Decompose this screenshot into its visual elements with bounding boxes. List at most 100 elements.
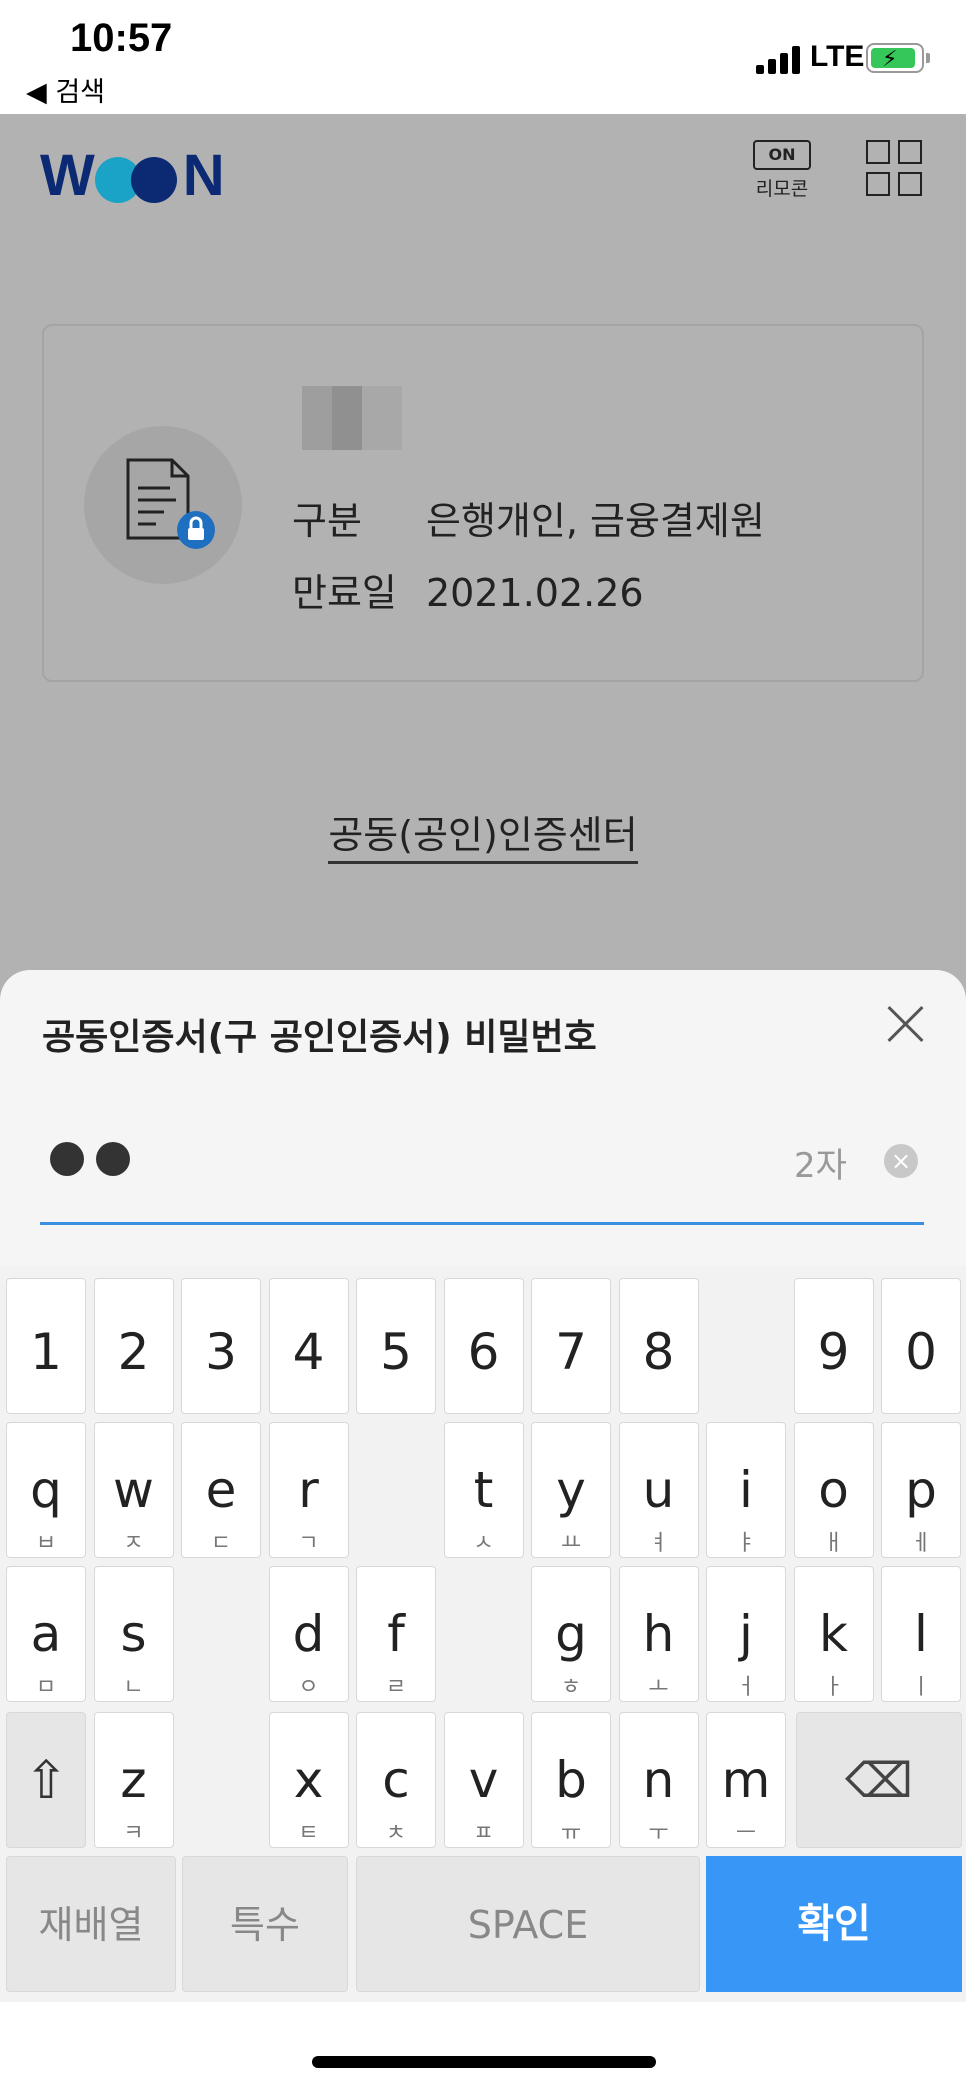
key-f[interactable]: fㄹ bbox=[356, 1566, 436, 1702]
key-sub-label: ㅕ bbox=[648, 1531, 669, 1556]
key-y[interactable]: yㅛ bbox=[531, 1422, 611, 1558]
key-main-label: m bbox=[721, 1751, 771, 1809]
key-n[interactable]: nㅜ bbox=[618, 1712, 699, 1848]
key-v[interactable]: vㅍ bbox=[443, 1712, 524, 1848]
space-key[interactable]: SPACE bbox=[356, 1856, 700, 1992]
key-u[interactable]: uㅕ bbox=[618, 1422, 699, 1558]
key-main-label: f bbox=[387, 1605, 405, 1663]
key-d[interactable]: dㅇ bbox=[268, 1566, 349, 1702]
key-main-label: l bbox=[914, 1605, 928, 1663]
key-g[interactable]: gㅎ bbox=[531, 1566, 611, 1702]
key-4[interactable]: 4 bbox=[268, 1278, 349, 1414]
key-sub-label: ㅌ bbox=[298, 1821, 319, 1846]
key-main-label: 9 bbox=[817, 1323, 850, 1381]
expiry-label: 만료일 bbox=[292, 571, 397, 615]
key-3[interactable]: 3 bbox=[181, 1278, 261, 1414]
password-sheet: 공동인증서(구 공인인증서) 비밀번호 2자 × bbox=[0, 970, 966, 1270]
key-main-label: 8 bbox=[642, 1323, 675, 1381]
key-6[interactable]: 6 bbox=[443, 1278, 524, 1414]
category-value: 은행개인, 금융결제원 bbox=[426, 499, 765, 543]
key-sub-label: ㄱ bbox=[298, 1531, 319, 1556]
key-sub-label: ㅎ bbox=[560, 1675, 582, 1700]
key-k[interactable]: kㅏ bbox=[793, 1566, 874, 1702]
key-main-label: g bbox=[555, 1605, 587, 1663]
key-main-label: n bbox=[642, 1751, 675, 1809]
key-sub-label: ㅋ bbox=[123, 1821, 144, 1846]
category-label: 구분 bbox=[292, 499, 362, 543]
clear-input-icon[interactable]: × bbox=[884, 1144, 918, 1178]
close-icon[interactable] bbox=[882, 1000, 930, 1048]
key-s[interactable]: sㄴ bbox=[93, 1566, 174, 1702]
key-j[interactable]: jㅓ bbox=[706, 1566, 786, 1702]
certificate-card[interactable]: 구분 은행개인, 금융결제원 만료일 2021.02.26 bbox=[42, 324, 924, 682]
shift-key[interactable]: ⇧ bbox=[6, 1712, 86, 1848]
key-c[interactable]: cㅊ bbox=[356, 1712, 436, 1848]
key-sub-label: ㅁ bbox=[35, 1675, 57, 1700]
woon-logo: WN bbox=[40, 143, 225, 208]
key-8[interactable]: 8 bbox=[618, 1278, 699, 1414]
key-t[interactable]: tㅅ bbox=[443, 1422, 524, 1558]
key-z[interactable]: zㅋ bbox=[93, 1712, 174, 1848]
certificate-category-row: 구분 은행개인, 금융결제원 bbox=[292, 490, 765, 545]
key-m[interactable]: mㅡ bbox=[706, 1712, 786, 1848]
key-sub-label: ㅇ bbox=[298, 1675, 319, 1700]
key-main-label: x bbox=[293, 1751, 324, 1809]
remote-switch-icon: ON bbox=[753, 140, 811, 170]
confirm-button[interactable]: 확인 bbox=[706, 1856, 962, 1992]
key-o[interactable]: oㅐ bbox=[793, 1422, 874, 1558]
key-main-label: j bbox=[739, 1605, 753, 1663]
sheet-title: 공동인증서(구 공인인증서) 비밀번호 bbox=[42, 1017, 597, 1058]
key-main-label: t bbox=[473, 1461, 494, 1519]
key-sub-label: ㅑ bbox=[735, 1531, 757, 1556]
key-2[interactable]: 2 bbox=[93, 1278, 174, 1414]
menu-grid-icon[interactable] bbox=[866, 140, 926, 200]
key-sub-label: ㅡ bbox=[735, 1821, 757, 1846]
rearrange-key[interactable]: 재배열 bbox=[6, 1856, 176, 1992]
key-b[interactable]: bㅠ bbox=[531, 1712, 611, 1848]
key-sub-label: ㄷ bbox=[210, 1531, 232, 1556]
key-sub-label: ㅣ bbox=[910, 1675, 932, 1700]
password-dots[interactable] bbox=[50, 1142, 142, 1180]
cert-center-link[interactable]: 공동(공인)인증센터 bbox=[328, 813, 638, 864]
key-i[interactable]: iㅑ bbox=[706, 1422, 786, 1558]
key-sub-label: ㅛ bbox=[560, 1531, 582, 1556]
backspace-key[interactable]: ⌫ bbox=[796, 1712, 962, 1848]
key-sub-label: ㄹ bbox=[385, 1675, 407, 1700]
secure-keyboard: 1234567890qㅂwㅈeㄷrㄱtㅅyㅛuㅕiㅑoㅐpㅔaㅁsㄴdㅇfㄹgㅎ… bbox=[0, 1266, 966, 2002]
key-h[interactable]: hㅗ bbox=[618, 1566, 699, 1702]
special-key[interactable]: 특수 bbox=[182, 1856, 348, 1992]
key-w[interactable]: wㅈ bbox=[93, 1422, 174, 1558]
key-main-label: i bbox=[739, 1461, 753, 1519]
key-main-label: 7 bbox=[555, 1323, 587, 1381]
remote-toggle[interactable]: ON 리모콘 bbox=[752, 140, 812, 201]
key-5[interactable]: 5 bbox=[356, 1278, 436, 1414]
key-sub-label: ㅜ bbox=[648, 1821, 669, 1846]
key-sub-label: ㅅ bbox=[473, 1531, 494, 1556]
expiry-value: 2021.02.26 bbox=[426, 571, 644, 615]
key-r[interactable]: rㄱ bbox=[268, 1422, 349, 1558]
key-sub-label: ㅓ bbox=[735, 1675, 757, 1700]
key-0[interactable]: 0 bbox=[881, 1278, 961, 1414]
key-main-label: b bbox=[555, 1751, 587, 1809]
key-x[interactable]: xㅌ bbox=[268, 1712, 349, 1848]
key-a[interactable]: aㅁ bbox=[6, 1566, 86, 1702]
certificate-expiry-row: 만료일 2021.02.26 bbox=[292, 562, 644, 617]
signal-icon bbox=[756, 46, 800, 74]
key-main-label: a bbox=[30, 1605, 62, 1663]
key-sub-label: ㅈ bbox=[123, 1531, 144, 1556]
back-to-search-link[interactable]: ◀ 검색 bbox=[26, 70, 105, 109]
status-bar: 10:57 ◀ 검색 LTE ⚡ bbox=[0, 0, 966, 114]
key-1[interactable]: 1 bbox=[6, 1278, 86, 1414]
key-main-label: d bbox=[292, 1605, 325, 1663]
key-7[interactable]: 7 bbox=[531, 1278, 611, 1414]
home-indicator[interactable] bbox=[312, 2056, 656, 2068]
key-sub-label: ㅂ bbox=[35, 1531, 57, 1556]
key-sub-label: ㅊ bbox=[385, 1821, 407, 1846]
key-main-label: 4 bbox=[292, 1323, 325, 1381]
key-q[interactable]: qㅂ bbox=[6, 1422, 86, 1558]
key-l[interactable]: lㅣ bbox=[881, 1566, 961, 1702]
key-p[interactable]: pㅔ bbox=[881, 1422, 961, 1558]
key-9[interactable]: 9 bbox=[793, 1278, 874, 1414]
blurred-certificate-name bbox=[302, 386, 402, 450]
key-e[interactable]: eㄷ bbox=[181, 1422, 261, 1558]
